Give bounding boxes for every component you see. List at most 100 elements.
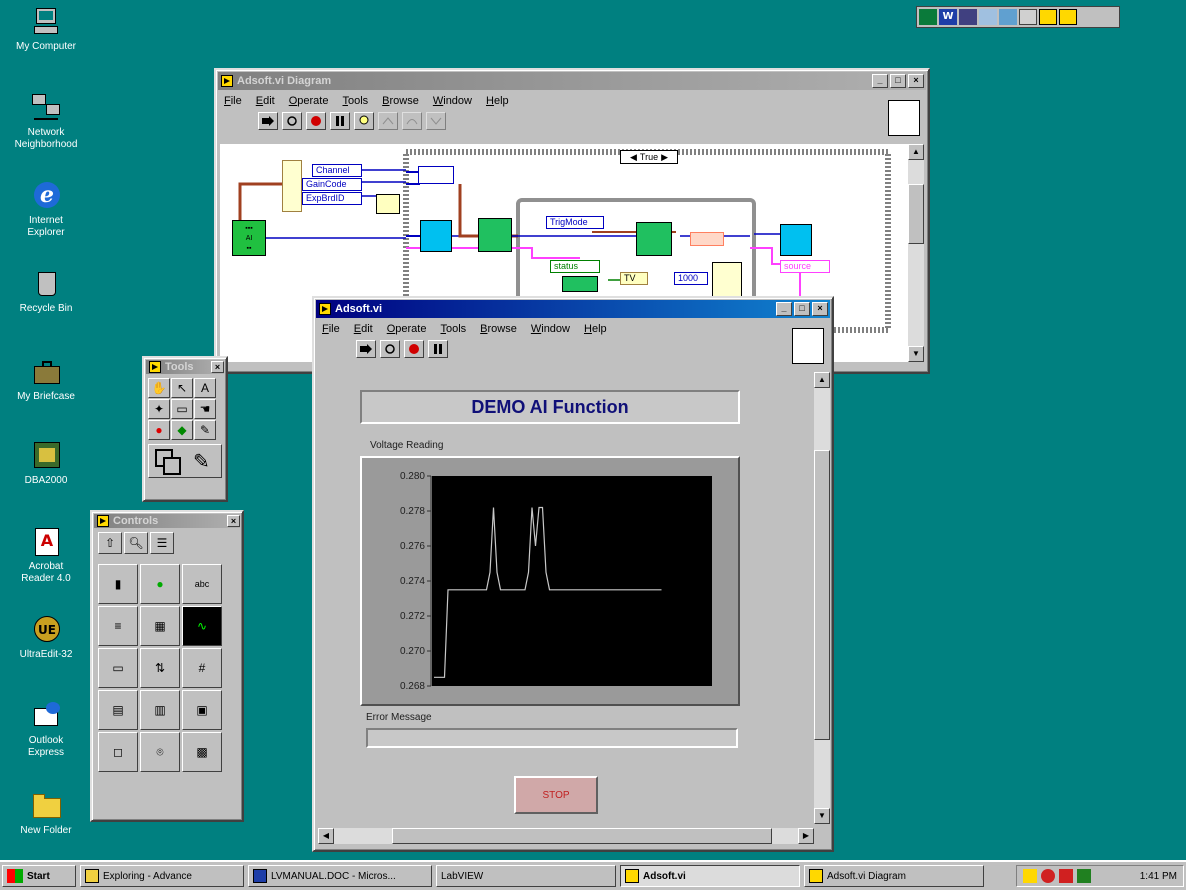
menu-help[interactable]: Help bbox=[584, 323, 607, 335]
map-icon[interactable] bbox=[999, 9, 1017, 25]
scroll-down-icon[interactable]: ▼ bbox=[814, 808, 830, 824]
error-message-field[interactable] bbox=[366, 728, 738, 748]
panel-horizontal-scrollbar[interactable]: ◀ ▶ bbox=[318, 828, 814, 844]
string-constant[interactable] bbox=[690, 232, 724, 246]
menu-operate[interactable]: Operate bbox=[387, 323, 427, 335]
object-popup-icon[interactable]: ▭ bbox=[171, 399, 193, 419]
options-icon[interactable]: ☰ bbox=[150, 532, 174, 554]
menu-edit[interactable]: Edit bbox=[354, 323, 373, 335]
desktop-icon-network[interactable]: Network Neighborhood bbox=[0, 92, 96, 151]
tools-titlebar[interactable]: Tools × bbox=[146, 360, 224, 374]
desktop-icon-internet-explorer[interactable]: e Internet Explorer bbox=[0, 180, 96, 239]
minimize-button[interactable]: _ bbox=[872, 74, 888, 88]
network-tray-icon[interactable] bbox=[1041, 869, 1055, 883]
word-icon[interactable]: W bbox=[939, 9, 957, 25]
sub-vi-read[interactable] bbox=[420, 220, 452, 252]
pause-icon[interactable] bbox=[330, 112, 350, 130]
step-over-icon[interactable] bbox=[402, 112, 422, 130]
desktop-icon-recycle-bin[interactable]: Recycle Bin bbox=[0, 268, 96, 315]
taskbar-item-adsoft-diagram[interactable]: Adsoft.vi Diagram bbox=[804, 865, 984, 887]
background-color-icon[interactable] bbox=[163, 457, 181, 475]
taskbar-item-lvmanual[interactable]: LVMANUAL.DOC - Micros... bbox=[248, 865, 432, 887]
probe-icon[interactable]: ◆ bbox=[171, 420, 193, 440]
taskbar-item-adsoft[interactable]: Adsoft.vi bbox=[620, 865, 800, 887]
sub-vi-adsoft-init[interactable]: ▪▪▪ AI ▪▪ bbox=[232, 220, 266, 256]
label-gaincode[interactable]: GainCode bbox=[302, 178, 362, 191]
scroll-thumb[interactable] bbox=[392, 828, 772, 844]
menu-tools[interactable]: Tools bbox=[342, 95, 368, 107]
path-refnum-icon[interactable]: ▭ bbox=[98, 648, 138, 688]
label-channel[interactable]: Channel bbox=[312, 164, 362, 177]
labview-icon[interactable] bbox=[1039, 9, 1057, 25]
case-prev-arrow-icon[interactable]: ◀ bbox=[630, 152, 637, 163]
run-arrow-icon[interactable] bbox=[258, 112, 278, 130]
array-cluster-icon[interactable]: ▦ bbox=[140, 606, 180, 646]
close-button[interactable]: × bbox=[812, 302, 828, 316]
antivirus-icon[interactable] bbox=[1059, 869, 1073, 883]
desktop-icon-my-computer[interactable]: My Computer bbox=[0, 6, 96, 53]
unbundle-node[interactable] bbox=[418, 166, 454, 184]
select-control-icon[interactable]: ⌾ bbox=[140, 732, 180, 772]
close-button[interactable]: × bbox=[227, 515, 240, 527]
scroll-hand-icon[interactable]: ☚ bbox=[194, 399, 216, 419]
color-tool[interactable]: ✎ bbox=[148, 444, 222, 478]
sub-vi-ai[interactable] bbox=[478, 218, 512, 252]
monitor-icon[interactable] bbox=[959, 9, 977, 25]
compare-node[interactable] bbox=[376, 194, 400, 214]
controls-palette[interactable]: Controls × ⇧ 🔍︎ ☰ ▮ ● abc ≡ ▦ ∿ ▭ ⇅ # ▤ … bbox=[90, 510, 244, 822]
step-out-icon[interactable] bbox=[426, 112, 446, 130]
front-panel-window[interactable]: Adsoft.vi _ □ × File Edit Operate Tools … bbox=[312, 296, 834, 852]
label-expbrdid[interactable]: ExpBrdID bbox=[302, 192, 362, 205]
stop-button[interactable]: STOP bbox=[514, 776, 598, 814]
menu-help[interactable]: Help bbox=[486, 95, 509, 107]
maximize-button[interactable]: □ bbox=[890, 74, 906, 88]
string-control-icon[interactable]: abc bbox=[182, 564, 222, 604]
minimize-button[interactable]: _ bbox=[776, 302, 792, 316]
paint-brush-icon[interactable]: ✎ bbox=[193, 449, 210, 474]
graph-icon[interactable]: ∿ bbox=[182, 606, 222, 646]
search-icon[interactable]: 🔍︎ bbox=[124, 532, 148, 554]
color-copy-icon[interactable]: ✎ bbox=[194, 420, 216, 440]
edit-text-icon[interactable]: A bbox=[194, 378, 216, 398]
vi-connector-pane-icon[interactable] bbox=[792, 328, 824, 364]
diagram-vertical-scrollbar[interactable]: ▲ ▼ bbox=[908, 144, 924, 362]
scroll-down-icon[interactable]: ▼ bbox=[908, 346, 924, 362]
volume-icon[interactable] bbox=[1023, 869, 1037, 883]
desktop-icon-outlook[interactable]: Outlook Express bbox=[0, 700, 96, 759]
scroll-up-icon[interactable]: ▲ bbox=[908, 144, 924, 160]
scroll-up-icon[interactable]: ▲ bbox=[814, 372, 830, 388]
label-status[interactable]: status bbox=[550, 260, 600, 273]
menu-tools[interactable]: Tools bbox=[440, 323, 466, 335]
list-ring-icon[interactable]: ≡ bbox=[98, 606, 138, 646]
close-button[interactable]: × bbox=[908, 74, 924, 88]
run-arrow-icon[interactable] bbox=[356, 340, 376, 358]
boolean-control-icon[interactable]: ● bbox=[140, 564, 180, 604]
abort-icon[interactable] bbox=[306, 112, 326, 130]
scheduler-icon[interactable] bbox=[1077, 869, 1091, 883]
front-panel-titlebar[interactable]: Adsoft.vi _ □ × bbox=[316, 300, 830, 318]
cluster-bundle[interactable] bbox=[282, 160, 302, 212]
ring-enum-icon[interactable]: ⇅ bbox=[140, 648, 180, 688]
desktop-icon-ultraedit[interactable]: UE UltraEdit-32 bbox=[0, 614, 96, 661]
dialog-controls-icon[interactable]: ▤ bbox=[98, 690, 138, 730]
scroll-left-icon[interactable]: ◀ bbox=[318, 828, 334, 844]
menu-browse[interactable]: Browse bbox=[382, 95, 419, 107]
label-type[interactable]: TV bbox=[620, 272, 648, 285]
step-into-icon[interactable] bbox=[378, 112, 398, 130]
close-button[interactable]: × bbox=[211, 361, 224, 373]
vi-connector-pane-icon[interactable] bbox=[888, 100, 920, 136]
label-trigmode[interactable]: TrigMode bbox=[546, 216, 604, 229]
sub-vi-status[interactable] bbox=[562, 276, 598, 292]
desktop-icon-new-folder[interactable]: New Folder bbox=[0, 790, 96, 837]
office-logo-icon[interactable] bbox=[919, 9, 937, 25]
up-arrow-icon[interactable]: ⇧ bbox=[98, 532, 122, 554]
labview-panel-icon[interactable] bbox=[1059, 9, 1077, 25]
scroll-thumb[interactable] bbox=[814, 450, 830, 740]
panel-vertical-scrollbar[interactable]: ▲ ▼ bbox=[814, 372, 830, 824]
case-next-arrow-icon[interactable]: ▶ bbox=[661, 152, 668, 163]
desktop-icon-dba2000[interactable]: DBA2000 bbox=[0, 440, 96, 487]
run-continuous-icon[interactable] bbox=[282, 112, 302, 130]
operate-hand-icon[interactable]: ✋ bbox=[148, 378, 170, 398]
pause-icon[interactable] bbox=[428, 340, 448, 358]
menu-operate[interactable]: Operate bbox=[289, 95, 329, 107]
